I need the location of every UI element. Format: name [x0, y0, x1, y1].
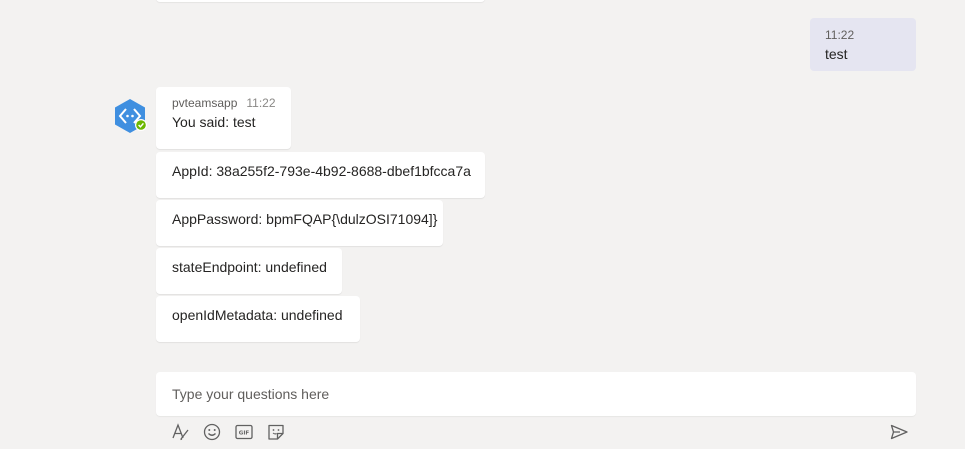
bot-message-bubble[interactable]: openIdMetadata: undefined [156, 296, 360, 342]
message-time: 11:22 [246, 96, 276, 110]
bot-message-bubble[interactable]: pvteamsapp 11:22 You said: test [156, 87, 291, 149]
sticker-icon [268, 424, 284, 440]
sender-name: pvteamsapp [172, 96, 238, 110]
message-text: AppId: 38a255f2-793e-4b92-8688-dbef1bfcc… [172, 163, 471, 179]
message-text: openIdMetadata: undefined [172, 307, 343, 323]
previous-message-bubble [156, 0, 485, 2]
bot-avatar[interactable] [111, 97, 149, 135]
bot-message-bubble[interactable]: stateEndpoint: undefined [156, 248, 342, 294]
gif-icon: GIF [235, 424, 253, 440]
sticker-button[interactable] [266, 422, 286, 442]
bot-message-bubble[interactable]: AppPassword: bpmFQAP{\dulzOSI71094]} [156, 200, 443, 246]
outgoing-message[interactable]: 11:22 test [810, 18, 916, 71]
send-icon [890, 424, 908, 440]
svg-text:GIF: GIF [239, 431, 250, 437]
outgoing-message-time: 11:22 [825, 28, 855, 42]
compose-box[interactable] [156, 372, 916, 416]
message-header: pvteamsapp 11:22 [172, 96, 276, 110]
message-input[interactable] [172, 385, 900, 403]
send-button[interactable] [889, 422, 909, 442]
format-button[interactable] [170, 422, 190, 442]
outgoing-message-text: test [825, 46, 848, 62]
format-icon [172, 423, 189, 441]
message-text: stateEndpoint: undefined [172, 259, 327, 275]
bot-hexagon-icon [115, 99, 147, 133]
bot-message-bubble[interactable]: AppId: 38a255f2-793e-4b92-8688-dbef1bfcc… [156, 152, 485, 198]
gif-button[interactable]: GIF [234, 422, 254, 442]
emoji-icon [203, 423, 221, 441]
message-text: AppPassword: bpmFQAP{\dulzOSI71094]} [172, 211, 438, 227]
emoji-button[interactable] [202, 422, 222, 442]
message-text: You said: test [172, 114, 256, 130]
